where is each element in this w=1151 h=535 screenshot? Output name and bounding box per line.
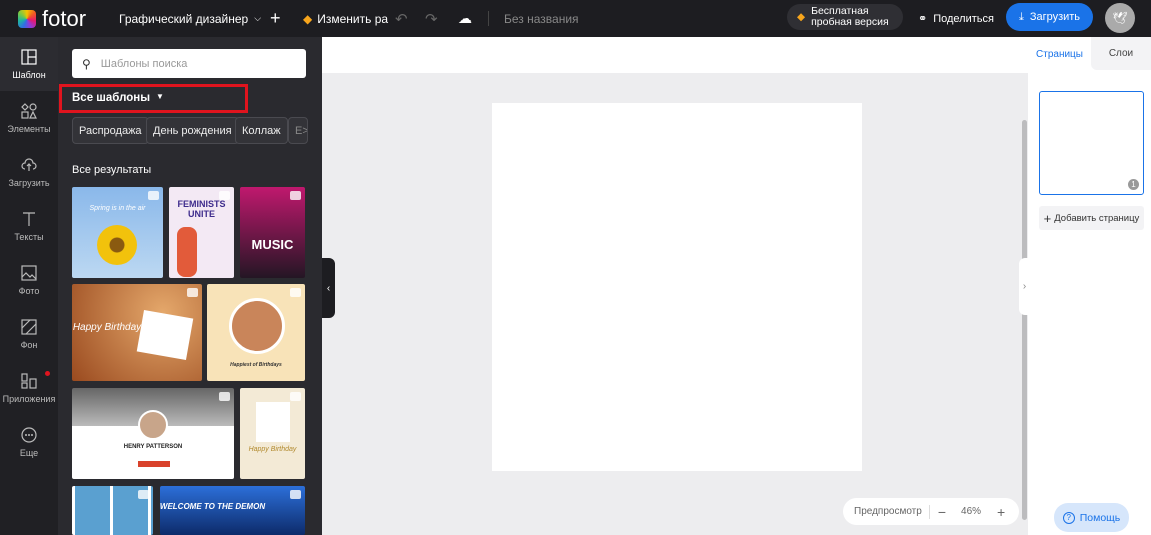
more-icon — [21, 426, 37, 443]
resize-button[interactable]: ◆ Изменить ра — [303, 0, 388, 37]
notification-dot — [45, 371, 50, 376]
artboard[interactable] — [492, 103, 862, 471]
chip-sale[interactable]: Распродажа — [72, 117, 149, 144]
favorite-icon[interactable] — [148, 191, 159, 200]
rail-item-template[interactable]: Шаблон — [0, 37, 58, 91]
canvas-toolbar — [322, 37, 1028, 73]
help-icon: ? — [1062, 511, 1075, 524]
upload-icon — [21, 157, 37, 171]
template-thumb[interactable]: MUSIC — [240, 187, 305, 278]
zoom-control: Предпросмотр − 46% + — [843, 498, 1019, 525]
top-bar: fotor Графический дизайнер ⌵ + ◆ Изменить … — [0, 0, 1151, 37]
apps-icon — [21, 372, 37, 389]
download-button[interactable]: ⤓ Загрузить — [1006, 3, 1093, 31]
bird-icon: 🕊 — [1112, 11, 1128, 25]
logo-icon — [18, 9, 36, 28]
favorite-icon[interactable] — [138, 490, 149, 499]
download-icon: ⤓ — [1018, 10, 1024, 23]
chip-birthday[interactable]: День рождения — [146, 117, 239, 144]
canvas-area: Предпросмотр − 46% + — [322, 37, 1028, 535]
rail-item-apps[interactable]: Приложения — [0, 361, 58, 415]
redo-icon[interactable]: ↷ — [425, 0, 438, 37]
expand-right-panel-handle[interactable]: › — [1019, 258, 1030, 315]
caret-down-icon: ▼ — [156, 92, 164, 101]
scrollbar[interactable] — [1022, 120, 1027, 520]
divider — [928, 504, 930, 519]
page-number-badge: 1 — [1128, 179, 1139, 190]
rail-item-background[interactable]: Фон — [0, 307, 58, 361]
diamond-icon: ◆ — [303, 11, 313, 26]
favorite-icon[interactable] — [290, 288, 301, 297]
preview-button[interactable]: Предпросмотр — [854, 506, 922, 517]
document-title[interactable]: Без названия — [504, 0, 579, 37]
template-thumb[interactable]: HENRY PATTERSON — [72, 388, 234, 479]
add-page-button[interactable]: + Добавить страницу — [1039, 206, 1144, 230]
all-templates-dropdown[interactable]: Все шаблоны ▼ — [72, 92, 164, 104]
plus-icon: + — [1043, 210, 1052, 226]
cloud-save-icon[interactable]: ☁ — [458, 0, 472, 37]
chip-more[interactable]: E> — [288, 117, 308, 144]
favorite-icon[interactable] — [219, 191, 230, 200]
zoom-out-button[interactable]: − — [938, 504, 946, 520]
search-input[interactable]: ⚲ Шаблоны поиска — [72, 49, 306, 78]
search-icon: ⚲ — [82, 56, 91, 71]
add-icon[interactable]: + — [270, 0, 281, 37]
photo-icon — [21, 264, 37, 281]
elements-icon — [21, 102, 37, 119]
rail-item-elements[interactable]: Элементы — [0, 91, 58, 145]
page-thumbnail[interactable]: 1 — [1039, 91, 1144, 195]
templates-panel: ⚲ Шаблоны поиска Все шаблоны ▼ Распродажа… — [58, 37, 322, 535]
tool-rail: Шаблон Элементы Загрузить Тексты Фото Фо… — [0, 37, 58, 535]
pages-panel: Страницы Слои 1 + Добавить страницу ? Помо… — [1028, 37, 1151, 535]
chevron-right-icon: › — [1022, 281, 1027, 292]
template-thumb[interactable]: Happy Birthday — [240, 388, 305, 479]
template-icon — [21, 48, 37, 65]
share-button[interactable]: ⚭ Поделиться — [918, 0, 994, 37]
diamond-icon: ◆ — [797, 10, 806, 23]
tab-layers[interactable]: Слои — [1091, 37, 1151, 70]
favorite-icon[interactable] — [187, 288, 198, 297]
zoom-level: 46% — [961, 506, 982, 517]
logo[interactable]: fotor — [18, 0, 86, 37]
help-button[interactable]: ? Помощь — [1054, 503, 1129, 532]
collapse-panel-handle[interactable]: ‹ — [322, 258, 335, 318]
template-thumb[interactable]: FEMINISTS UNITE — [169, 187, 234, 278]
favorite-icon[interactable] — [290, 392, 301, 401]
divider — [488, 11, 489, 26]
template-thumb[interactable]: Happy Birthday — [72, 284, 202, 381]
chevron-down-icon: ⌵ — [254, 13, 262, 23]
chevron-left-icon: ‹ — [326, 282, 331, 294]
mode-dropdown[interactable]: Графический дизайнер ⌵ — [119, 0, 261, 37]
background-icon — [21, 318, 37, 335]
rail-item-text[interactable]: Тексты — [0, 199, 58, 253]
template-thumb[interactable]: WELCOME TO THE DEMON — [160, 486, 305, 535]
template-thumb[interactable]: Spring is in the air — [72, 187, 163, 278]
rail-item-more[interactable]: Еще — [0, 415, 58, 469]
text-icon — [23, 211, 35, 226]
results-title: Все результаты — [72, 164, 152, 176]
share-icon: ⚭ — [918, 13, 928, 25]
chip-collage[interactable]: Коллаж — [235, 117, 288, 144]
zoom-in-button[interactable]: + — [997, 504, 1005, 520]
tab-pages[interactable]: Страницы — [1028, 37, 1091, 72]
rail-item-upload[interactable]: Загрузить — [0, 145, 58, 199]
favorite-icon[interactable] — [290, 191, 301, 200]
rail-item-photo[interactable]: Фото — [0, 253, 58, 307]
avatar[interactable]: 🕊 — [1105, 3, 1135, 33]
template-thumb[interactable] — [72, 486, 153, 535]
template-thumb[interactable]: Happiest of Birthdays — [207, 284, 305, 381]
trial-button[interactable]: ◆ Бесплатная пробная версия — [787, 4, 903, 30]
undo-icon[interactable]: ↶ — [395, 0, 408, 37]
favorite-icon[interactable] — [290, 490, 301, 499]
favorite-icon[interactable] — [219, 392, 230, 401]
